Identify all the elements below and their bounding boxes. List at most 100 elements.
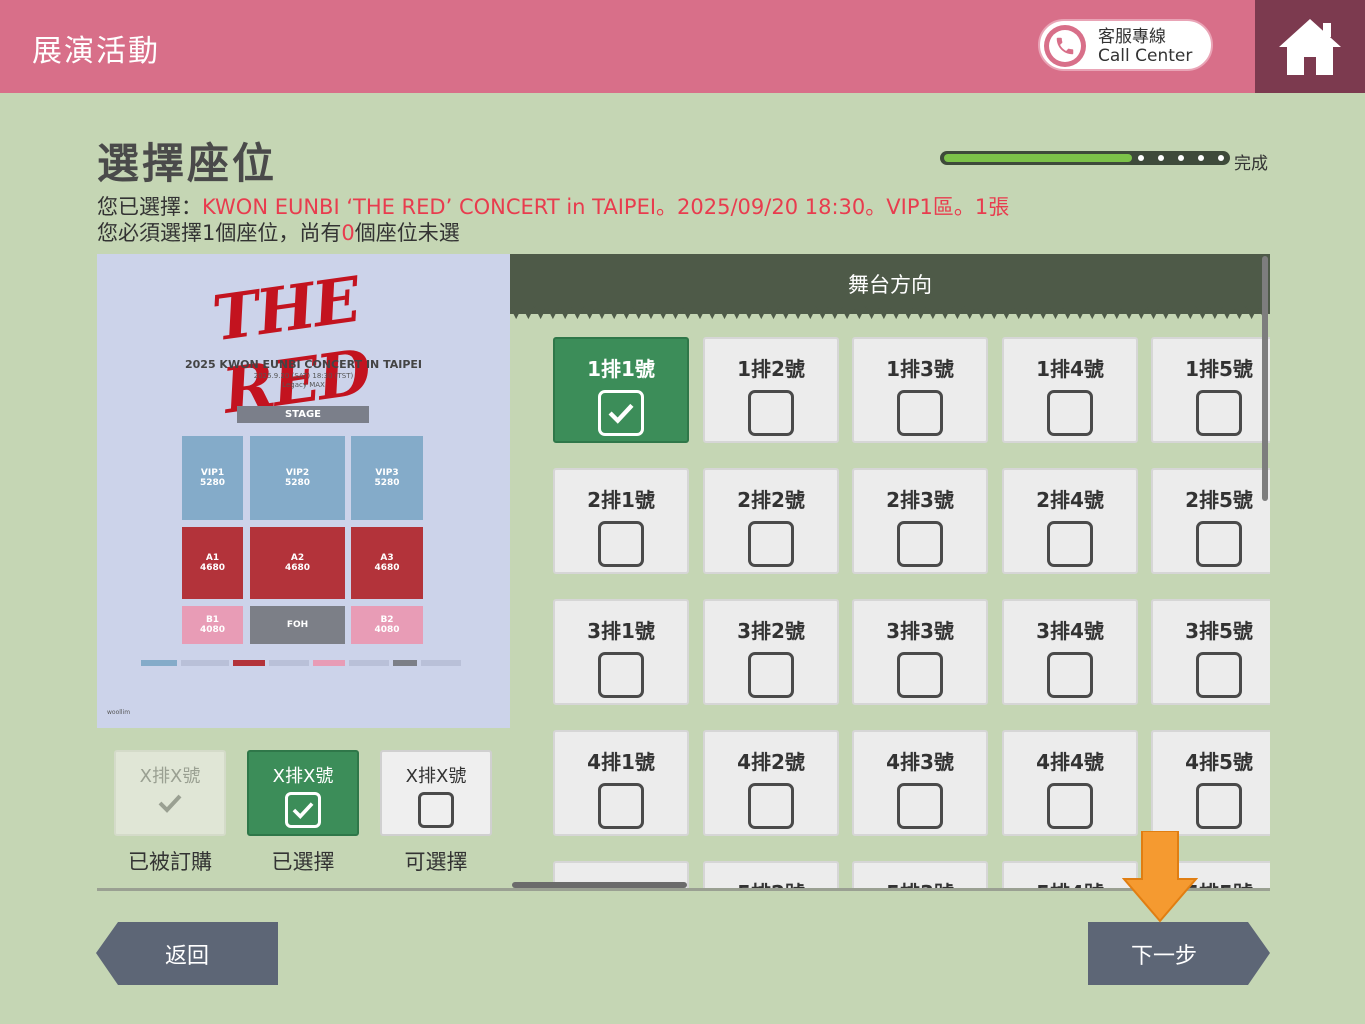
seat-label: 1排3號 [886,357,954,381]
seat-label: 3排4號 [1036,619,1104,643]
legend-selected: X排X號 [247,750,359,836]
seat-label: 2排2號 [737,488,805,512]
home-icon [1279,18,1341,75]
poster-date: 2025.9.20 (SAT) 18:30 (TST) Legacy MAX [253,372,354,389]
seat-label: 3排5號 [1185,619,1253,643]
vertical-scrollbar[interactable] [1262,256,1268,501]
call-center-label-en: Call Center [1098,46,1193,66]
seat-label: 2排3號 [886,488,954,512]
seat-r1-c1[interactable]: 1排1號 [553,337,689,443]
seat-r4-c1[interactable]: 4排1號 [553,730,689,836]
seat-r5-c3[interactable]: 5排3號 [852,861,988,890]
legend-caption-available: 可選擇 [404,850,468,874]
poster-price-legend [141,660,471,666]
seat-label: 4排5號 [1185,750,1253,774]
seat-label: 3排2號 [737,619,805,643]
call-center-label-zh: 客服專線 [1098,27,1166,47]
seat-label: 1排1號 [587,357,655,381]
checkbox-empty-icon [1047,783,1093,829]
seat-r4-c4[interactable]: 4排4號 [1002,730,1138,836]
seat-r3-c5[interactable]: 3排5號 [1151,599,1270,705]
seat-r1-c3[interactable]: 1排3號 [852,337,988,443]
legend-caption-selected: 已選擇 [271,850,335,874]
seat-label: 1排2號 [737,357,805,381]
seat-r2-c4[interactable]: 2排4號 [1002,468,1138,574]
poster-zone-vip2: VIP2 5280 [250,436,345,520]
progress-fill [944,154,1132,162]
seat-r2-c3[interactable]: 2排3號 [852,468,988,574]
seat-label: 2排5號 [1185,488,1253,512]
poster-zone-b1: B1 4080 [182,606,243,644]
seat-r4-c5[interactable]: 4排5號 [1151,730,1270,836]
legend-taken: X排X號 [114,750,226,836]
call-center-button[interactable]: 客服專線 Call Center [1038,19,1213,71]
checkbox-empty-icon [897,390,943,436]
poster-zone-vip1: VIP1 5280 [182,436,243,520]
seat-r3-c3[interactable]: 3排3號 [852,599,988,705]
checkbox-empty-icon [1196,652,1242,698]
checkbox-empty-icon [1047,390,1093,436]
venue-seating-map: THE RED 2025 KWON EUNBI CONCERT IN TAIPE… [97,254,510,728]
checkbox-empty-icon [897,783,943,829]
seat-label: 2排1號 [587,488,655,512]
seat-r3-c1[interactable]: 3排1號 [553,599,689,705]
seat-r1-c4[interactable]: 1排4號 [1002,337,1138,443]
checkbox-empty-icon [748,652,794,698]
header-bar: 展演活動 客服專線 Call Center [0,0,1365,93]
next-button-label: 下一步 [1130,943,1197,969]
seat-selection-panel[interactable]: 舞台方向 1排1號 1排2號 1排3號 1排4號 1排5號 2排1號 2排2號 2排3號 2排4… [510,254,1270,890]
seat-r3-c2[interactable]: 3排2號 [703,599,839,705]
checkbox-empty-icon [897,652,943,698]
seat-r1-c2[interactable]: 1排2號 [703,337,839,443]
seat-r5-c2[interactable]: 5排2號 [703,861,839,890]
check-icon [158,794,182,813]
poster-footer: woollim [107,709,131,716]
poster-zone-a3: A3 4680 [351,527,423,599]
seat-r2-c1[interactable]: 2排1號 [553,468,689,574]
seat-requirement-info: 您必須選擇1個座位，尚有0個座位未選 [97,217,460,247]
poster-logo: THE RED [208,262,374,428]
seat-label: 2排4號 [1036,488,1104,512]
checkbox-empty-icon [1047,652,1093,698]
seat-r1-c5[interactable]: 1排5號 [1151,337,1270,443]
seat-r4-c3[interactable]: 4排3號 [852,730,988,836]
home-button[interactable] [1255,0,1365,93]
checkbox-empty-icon [598,783,644,829]
selection-info-prefix: 您已選擇： [97,195,202,219]
checkbox-checked-icon [598,390,644,436]
seat-r2-c2[interactable]: 2排2號 [703,468,839,574]
poster-subtitle: 2025 KWON EUNBI CONCERT IN TAIPEI [184,358,423,371]
page-title: 選擇座位 [97,139,278,188]
divider [97,888,1270,891]
arrow-down-icon [1122,831,1198,923]
seat-label: 3排3號 [886,619,954,643]
seat-label: 4排4號 [1036,750,1104,774]
seat-r3-c4[interactable]: 3排4號 [1002,599,1138,705]
progress-steps [1138,155,1224,161]
back-button-label: 返回 [164,943,209,969]
checkbox-empty-icon [598,652,644,698]
seat-label: 4排2號 [737,750,805,774]
checkbox-empty-icon [1196,390,1242,436]
seat-r2-c5[interactable]: 2排5號 [1151,468,1270,574]
poster-zone-b2: B2 4080 [351,606,423,644]
back-button[interactable]: 返回 [96,922,278,985]
checkbox-checked-icon [285,792,321,828]
poster-zone-a1: A1 4680 [182,527,243,599]
requirement-text-1: 您必須選擇1個座位，尚有 [97,221,342,245]
seat-r5-c4[interactable]: 5排4號 [1002,861,1138,890]
seat-label: 1排5號 [1185,357,1253,381]
selection-info-detail: KWON EUNBI ‘THE RED’ CONCERT in TAIPEI。2… [202,195,1010,219]
remaining-count: 0 [341,221,355,245]
seat-label: 1排4號 [1036,357,1104,381]
checkbox-empty-icon [897,521,943,567]
checkbox-empty-icon [598,521,644,567]
seat-r4-c2[interactable]: 4排2號 [703,730,839,836]
seat-label: 4排1號 [587,750,655,774]
next-button[interactable]: 下一步 [1088,922,1270,985]
legend-available: X排X號 [380,750,492,836]
checkbox-empty-icon [748,521,794,567]
checkbox-empty-icon [748,390,794,436]
poster-stage: STAGE [237,406,369,423]
stage-direction: 舞台方向 [510,254,1270,314]
